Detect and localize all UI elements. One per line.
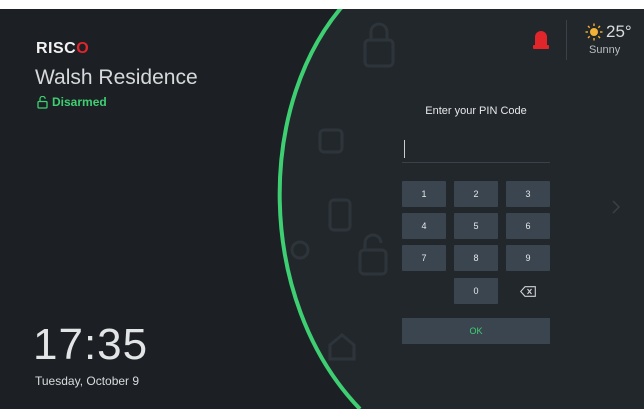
header-divider	[566, 20, 567, 60]
top-edge	[0, 0, 644, 9]
key-8[interactable]: 8	[454, 245, 498, 271]
residence-name: Walsh Residence	[35, 66, 198, 89]
backspace-button[interactable]	[506, 278, 550, 304]
pin-title: Enter your PIN Code	[425, 105, 527, 117]
sun-icon	[585, 23, 603, 41]
key-9[interactable]: 9	[506, 245, 550, 271]
backspace-icon	[520, 285, 536, 297]
weather-temperature: 25°	[606, 22, 632, 41]
status-label: Disarmed	[52, 95, 107, 109]
clock-date: Tuesday, October 9	[35, 374, 140, 388]
key-2[interactable]: 2	[454, 181, 498, 207]
chevron-right-icon[interactable]	[612, 200, 620, 214]
clock-time: 17:35	[33, 320, 149, 369]
key-7[interactable]: 7	[402, 245, 446, 271]
key-3[interactable]: 3	[506, 181, 550, 207]
status-indicator: Disarmed	[37, 95, 107, 109]
ok-button[interactable]: OK	[402, 318, 550, 344]
weather-widget: 25° Sunny	[585, 22, 632, 56]
key-1[interactable]: 1	[402, 181, 446, 207]
key-6[interactable]: 6	[506, 213, 550, 239]
unlock-icon	[37, 95, 48, 109]
text-caret	[404, 140, 405, 158]
risco-logo: RISCO	[36, 40, 90, 57]
siren-icon[interactable]	[531, 28, 551, 50]
pin-input[interactable]	[402, 140, 550, 163]
key-0[interactable]: 0	[454, 278, 498, 304]
weather-condition: Sunny	[589, 44, 621, 56]
key-4[interactable]: 4	[402, 213, 446, 239]
key-5[interactable]: 5	[454, 213, 498, 239]
panel-screen: RISCO Walsh Residence Disarmed 17:35 Tue…	[0, 0, 644, 409]
